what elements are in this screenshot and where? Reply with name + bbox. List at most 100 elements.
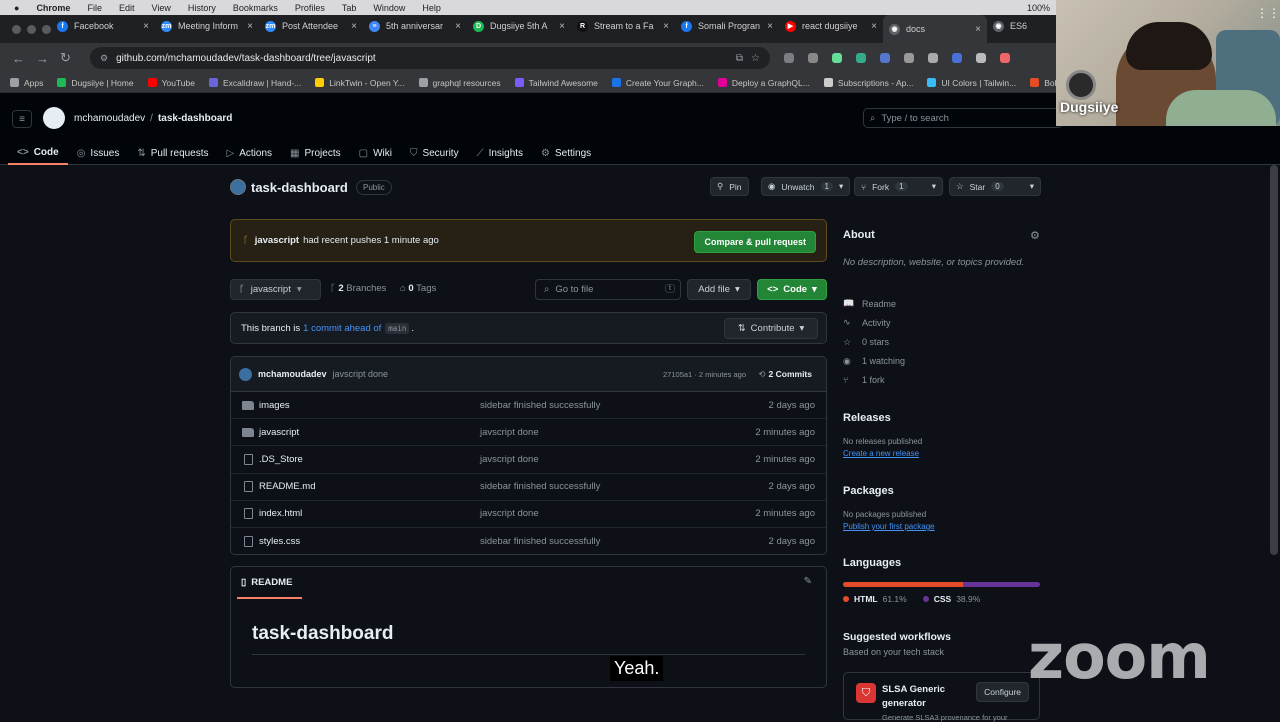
commits-link[interactable]: ⟲ 2 Commits [758,369,812,380]
file-commit-message[interactable]: sidebar finished successfully [480,481,600,492]
about-item[interactable]: 📖 Readme [843,298,896,309]
menu-history[interactable]: History [188,3,216,13]
pencil-icon[interactable]: ✎ [804,576,812,587]
file-commit-message[interactable]: javscript done [480,427,539,438]
repo-title[interactable]: task-dashboard [251,180,348,195]
owner-avatar[interactable] [230,179,246,195]
commit-author-avatar[interactable] [239,367,252,381]
star-button[interactable]: ☆ Star 0 ▾ [949,177,1041,196]
close-tab-icon[interactable]: × [351,21,357,32]
extension-icon[interactable] [928,53,938,63]
bookmark-item[interactable]: YouTube [147,78,195,88]
video-options-icon[interactable]: ⋮⋮ [1256,6,1280,26]
extension-icon[interactable] [856,53,866,63]
extension-icon[interactable] [904,53,914,63]
menu-file[interactable]: File [87,3,102,13]
browser-tab[interactable]: ▶ react dugsiiye × [779,15,883,37]
go-to-file-input[interactable]: ⌕ Go to file t [535,279,681,300]
about-item[interactable]: ◉ 1 watching [843,356,905,367]
bookmark-item[interactable]: Dugsiiye | Home [57,78,134,88]
releases-heading[interactable]: Releases [843,412,891,424]
file-commit-message[interactable]: sidebar finished successfully [480,536,600,547]
browser-tab[interactable]: zm Post Attendee × [259,15,363,37]
ahead-link[interactable]: 1 commit ahead of [303,323,381,334]
close-tab-icon[interactable]: × [663,21,669,32]
apple-icon[interactable]: ● [14,3,19,13]
file-name-link[interactable]: images [259,400,290,411]
tab-settings[interactable]: ⚙ Settings [532,141,600,165]
github-search-input[interactable]: ⌕ Type / to search [863,108,1063,128]
extension-icon[interactable] [808,53,818,63]
banner-branch[interactable]: javascript [255,235,299,246]
close-tab-icon[interactable]: × [559,21,565,32]
menu-window[interactable]: Window [373,3,405,13]
tab-insights[interactable]: ⟋ Insights [468,141,532,165]
commit-hash[interactable]: 27105a1 · 2 minutes ago [663,370,746,379]
file-commit-message[interactable]: sidebar finished successfully [480,400,600,411]
tab-wiki[interactable]: ▢ Wiki [350,141,401,165]
commit-author[interactable]: mchamoudadev [258,369,327,379]
fork-button[interactable]: ⑂ Fork 1 ▾ [854,177,943,196]
file-name-link[interactable]: README.md [259,481,315,492]
tab-actions[interactable]: ▷ Actions [218,141,282,165]
hamburger-menu-icon[interactable]: ≡ [12,110,32,128]
site-info-icon[interactable]: ⚙ [100,53,108,64]
add-file-button[interactable]: Add file ▾ [687,279,751,300]
close-tab-icon[interactable]: × [455,21,461,32]
menu-help[interactable]: Help [422,3,441,13]
compare-pull-request-button[interactable]: Compare & pull request [694,231,816,253]
address-bar[interactable]: ⚙ github.com/mchamoudadev/task-dashboard… [90,47,770,69]
window-controls[interactable] [0,24,51,34]
browser-tab[interactable]: D Dugsiiye 5th A × [467,15,571,37]
close-tab-icon[interactable]: × [871,21,877,32]
about-item[interactable]: ☆ 0 stars [843,337,889,348]
github-logo-icon[interactable] [43,107,65,129]
branch-selector[interactable]: ᚴ javascript ▾ [230,279,321,300]
browser-tab[interactable]: R Stream to a Fa × [571,15,675,37]
breadcrumb-repo[interactable]: task-dashboard [158,113,232,124]
bookmark-star-icon[interactable]: ☆ [751,53,760,64]
file-commit-message[interactable]: javscript done [480,454,539,465]
bookmark-item[interactable]: Subscriptions - Ap... [823,78,913,88]
tab-code[interactable]: <> Code [8,141,68,165]
bookmark-item[interactable]: Apps [10,78,43,88]
browser-tab[interactable]: f Facebook × [51,15,155,37]
close-tab-icon[interactable]: × [143,21,149,32]
file-commit-message[interactable]: javscript done [480,508,539,519]
forward-icon[interactable]: → [36,51,49,66]
browser-tab[interactable]: zm Meeting Inform × [155,15,259,37]
unwatch-button[interactable]: ◉ Unwatch 1 ▾ [761,177,851,196]
language-item[interactable]: HTML 61.1% [843,594,907,604]
language-item[interactable]: CSS 38.9% [922,594,980,604]
bookmark-item[interactable]: Tailwind Awesome [514,78,598,88]
commit-message[interactable]: javscript done [333,369,389,379]
menu-bookmarks[interactable]: Bookmarks [233,3,278,13]
tab-pull-requests[interactable]: ⇅ Pull requests [128,141,217,165]
file-name-link[interactable]: javascript [259,427,299,438]
tags-link[interactable]: ⌂ 0 Tags [400,283,436,294]
tab-issues[interactable]: ◎ Issues [68,141,129,165]
menu-view[interactable]: View [151,3,170,13]
tab-security[interactable]: ⛉ Security [401,141,468,165]
extension-icon[interactable] [952,53,962,63]
configure-button[interactable]: Configure [976,682,1029,702]
gear-icon[interactable]: ⚙ [1030,229,1040,242]
file-name-link[interactable]: index.html [259,508,302,519]
close-tab-icon[interactable]: × [975,24,981,35]
reload-icon[interactable]: ↻ [60,50,72,66]
install-icon[interactable]: ⧉ [736,53,743,64]
bookmark-item[interactable]: graphql resources [418,78,501,88]
readme-tab[interactable]: ▯ README [241,577,292,588]
about-item[interactable]: ⑂ 1 fork [843,375,885,385]
extension-icon[interactable] [880,53,890,63]
close-tab-icon[interactable]: × [247,21,253,32]
bookmark-item[interactable]: UI Colors | Tailwin... [927,78,1016,88]
packages-heading[interactable]: Packages [843,485,894,497]
publish-package-link[interactable]: Publish your first package [843,522,935,531]
bookmark-item[interactable]: LinkTwin - Open Y... [315,78,405,88]
bookmark-item[interactable]: Excalidraw | Hand-... [208,78,301,88]
pin-button[interactable]: ⚲ Pin [710,177,749,196]
menu-profiles[interactable]: Profiles [295,3,325,13]
extension-icon[interactable] [976,53,986,63]
extension-icon[interactable] [832,53,842,63]
